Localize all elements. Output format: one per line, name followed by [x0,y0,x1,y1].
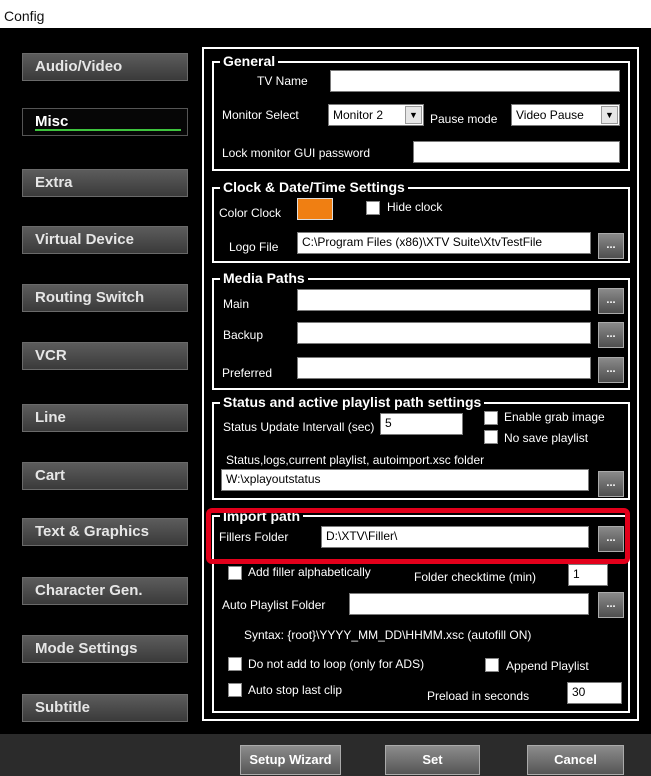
group-title: General [220,53,279,69]
sidebar-item-label: Cart [35,467,66,484]
pause-mode-select[interactable]: Video Pause ▼ [511,104,620,126]
chevron-down-icon: ▼ [601,106,618,124]
chevron-down-icon: ▼ [405,106,422,124]
sidebar-item-label: Misc [35,113,69,130]
folder-checktime-input[interactable]: 1 [568,564,608,586]
backup-path-input[interactable] [297,322,591,344]
sidebar-item-label: Subtitle [35,699,90,716]
highlight-box [206,508,630,564]
backup-path-label: Backup [223,328,264,342]
append-playlist-checkbox[interactable] [485,658,499,672]
lock-password-label: Lock monitor GUI password [222,146,371,160]
main-path-input[interactable] [297,289,591,311]
lock-password-input[interactable] [413,141,620,163]
enable-grab-image-checkbox[interactable] [484,411,498,425]
group-title: Status and active playlist path settings [220,394,485,410]
hide-clock-checkbox[interactable] [366,201,380,215]
preload-seconds-input[interactable]: 30 [567,682,622,704]
sidebar-item-routing-switch[interactable]: Routing Switch [22,284,188,312]
sidebar-item-text-graphics[interactable]: Text & Graphics [22,518,188,546]
folder-checktime-label: Folder checktime (min) [414,570,537,584]
sidebar-item-label: VCR [35,347,67,364]
status-folder-label: Status,logs,current playlist, autoimport… [226,453,485,467]
no-add-to-loop-label: Do not add to loop (only for ADS) [248,657,425,671]
sidebar-item-audio-video[interactable]: Audio/Video [22,53,188,81]
add-filler-alphabetically-checkbox[interactable] [228,566,242,580]
auto-playlist-folder-browse-button[interactable]: ... [598,592,624,618]
monitor-select[interactable]: Monitor 2 ▼ [328,104,424,126]
no-save-playlist-checkbox[interactable] [484,430,498,444]
preferred-path-input[interactable] [297,357,591,379]
tv-name-input[interactable] [330,70,620,92]
window-title: Config [4,8,45,24]
setup-wizard-button[interactable]: Setup Wizard [240,745,341,775]
auto-stop-last-clip-label: Auto stop last clip [248,683,343,697]
sidebar-item-mode-settings[interactable]: Mode Settings [22,635,188,663]
logo-file-label: Logo File [229,240,279,254]
sidebar-item-label: Virtual Device [35,231,134,248]
preferred-path-label: Preferred [222,366,273,380]
set-button[interactable]: Set [385,745,480,775]
pause-mode-value: Video Pause [516,108,584,122]
sidebar-item-cart[interactable]: Cart [22,462,188,490]
enable-grab-image-label: Enable grab image [504,410,605,424]
preferred-path-browse-button[interactable]: ... [598,357,624,383]
auto-playlist-folder-input[interactable] [349,593,589,615]
color-clock-swatch[interactable] [297,198,333,220]
status-folder-input[interactable]: W:\xplayoutstatus [221,469,589,491]
sidebar-item-label: Line [35,409,66,426]
monitor-select-value: Monitor 2 [333,108,384,122]
group-title: Clock & Date/Time Settings [220,179,408,195]
pause-mode-label: Pause mode [430,112,498,126]
sidebar-item-label: Text & Graphics [35,523,149,540]
main-path-browse-button[interactable]: ... [598,288,624,314]
cancel-button[interactable]: Cancel [527,745,624,775]
sidebar-item-label: Audio/Video [35,58,123,75]
sidebar-item-extra[interactable]: Extra [22,169,188,197]
no-save-playlist-label: No save playlist [504,431,589,445]
sidebar-item-label: Character Gen. [35,582,143,599]
preload-seconds-label: Preload in seconds [427,689,530,703]
hide-clock-label: Hide clock [387,200,443,214]
sidebar-item-character-gen[interactable]: Character Gen. [22,577,188,605]
sidebar-item-label: Mode Settings [35,640,138,657]
auto-playlist-folder-label: Auto Playlist Folder [222,598,326,612]
color-clock-label: Color Clock [219,206,282,220]
sidebar-item-label: Extra [35,174,73,191]
sidebar-item-virtual-device[interactable]: Virtual Device [22,226,188,254]
status-interval-input[interactable]: 5 [380,413,463,435]
no-add-to-loop-checkbox[interactable] [228,657,242,671]
sidebar-item-vcr[interactable]: VCR [22,342,188,370]
add-filler-alphabetically-label: Add filler alphabetically [248,565,371,579]
status-interval-label: Status Update Intervall (sec) [223,420,375,434]
sidebar-item-line[interactable]: Line [22,404,188,432]
active-indicator [35,129,181,131]
sidebar-item-misc[interactable]: Misc [22,108,188,136]
monitor-select-label: Monitor Select [222,108,299,122]
tv-name-label: TV Name [257,74,308,88]
auto-stop-last-clip-checkbox[interactable] [228,683,242,697]
append-playlist-label: Append Playlist [506,659,589,673]
syntax-hint: Syntax: {root}\YYYY_MM_DD\HHMM.xsc (auto… [244,628,532,642]
logo-file-browse-button[interactable]: ... [598,233,624,259]
sidebar-item-subtitle[interactable]: Subtitle [22,694,188,722]
backup-path-browse-button[interactable]: ... [598,322,624,348]
sidebar-item-label: Routing Switch [35,289,145,306]
logo-file-input[interactable]: C:\Program Files (x86)\XTV Suite\XtvTest… [297,232,591,254]
group-title: Media Paths [220,270,308,286]
main-path-label: Main [223,297,250,311]
status-folder-browse-button[interactable]: ... [598,471,624,497]
